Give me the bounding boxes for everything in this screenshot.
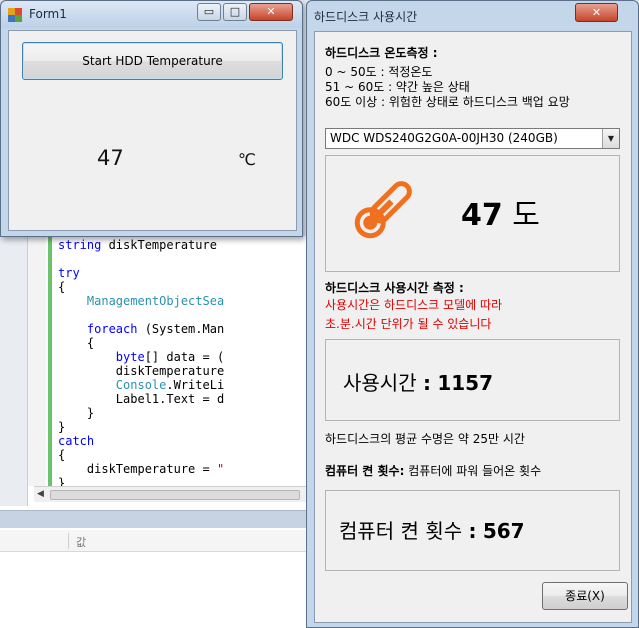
code-token: .WriteLi xyxy=(166,378,225,392)
code-line[interactable]: ManagementObjectSea xyxy=(58,294,224,308)
dialog-title: 하드디스크 사용시간 xyxy=(314,10,418,24)
code-token: Label1.Text = d xyxy=(58,392,225,406)
power-count-label: 컴퓨터 켠 횟수 xyxy=(339,519,463,543)
exit-button[interactable]: 종료(X) xyxy=(542,582,628,610)
code-token: diskTemperature = xyxy=(58,462,217,476)
usage-time-panel: 사용시간 : 1157 xyxy=(325,339,620,421)
code-line[interactable]: } xyxy=(58,420,224,434)
drive-select-value: WDC WDS240G2G0A-00JH30 (240GB) xyxy=(330,131,558,145)
code-token: foreach xyxy=(58,322,145,336)
form1-client-area: Start HDD Temperature 47 ℃ xyxy=(8,30,297,231)
form1-title: Form1 xyxy=(29,7,67,21)
code-line[interactable]: string diskTemperature xyxy=(58,238,224,252)
temperature-panel: 47 도 xyxy=(325,155,620,272)
code-token: { xyxy=(58,280,66,294)
panel-title-bar xyxy=(0,510,306,528)
code-line[interactable]: { xyxy=(58,280,224,294)
code-token: catch xyxy=(58,434,95,448)
power-count-panel: 컴퓨터 켠 횟수 : 567 xyxy=(325,490,620,571)
temp-range-danger: 60도 이상 : 위험한 상태로 하드디스크 백업 요망 xyxy=(325,95,570,109)
usage-time-label: 사용시간 xyxy=(343,371,417,395)
usage-time-value: 1157 xyxy=(437,371,493,395)
code-token: } xyxy=(58,420,66,434)
column-separator xyxy=(68,533,69,549)
chevron-down-icon[interactable]: ▼ xyxy=(602,129,619,148)
scroll-left-icon[interactable]: ◀ xyxy=(37,489,44,499)
code-token: diskTemperature xyxy=(58,364,225,378)
thermometer-icon xyxy=(354,181,412,239)
form1-window: Form1 ▭ □ ✕ Start HDD Temperature 47 ℃ xyxy=(0,0,303,237)
power-count-value: 567 xyxy=(482,519,525,543)
usage-note-line-2: 초.분.시간 단위가 될 수 있습니다 xyxy=(325,317,492,331)
code-token: { xyxy=(58,336,95,350)
start-hdd-temperature-button[interactable]: Start HDD Temperature xyxy=(22,42,283,80)
average-life-text: 하드디스크의 평균 수명은 약 25만 시간 xyxy=(325,432,525,446)
dialog-close-button[interactable]: ✕ xyxy=(575,3,618,22)
power-count-header-label: 컴퓨터 켠 횟수: xyxy=(325,464,405,478)
minimize-button[interactable]: ▭ xyxy=(197,3,221,21)
code-line[interactable]: Console.WriteLi xyxy=(58,378,224,392)
properties-grid-header: 값 xyxy=(0,530,306,552)
code-token: try xyxy=(58,266,80,280)
code-token: (System.Man xyxy=(144,322,225,336)
code-line[interactable]: catch xyxy=(58,434,224,448)
code-token: ManagementObjectSea xyxy=(58,294,225,308)
change-indicator-bar xyxy=(48,236,52,486)
dialog-client-area: 하드디스크 온도측정 : 0 ~ 50도 : 적정온도 51 ~ 60도 : 약… xyxy=(314,31,632,623)
hdd-usage-window: 하드디스크 사용시간 ✕ 하드디스크 온도측정 : 0 ~ 50도 : 적정온도… xyxy=(306,0,639,628)
code-line[interactable]: { xyxy=(58,336,224,350)
temperature-value: 47 xyxy=(97,146,124,170)
celsius-unit-label: ℃ xyxy=(238,150,256,169)
code-line[interactable] xyxy=(58,252,224,266)
dialog-title-bar[interactable]: 하드디스크 사용시간 ✕ xyxy=(307,1,638,31)
code-token: } xyxy=(58,406,95,420)
power-count-reading: 컴퓨터 켠 횟수 : 567 xyxy=(339,519,525,543)
code-line[interactable]: Label1.Text = d xyxy=(58,392,224,406)
editor-left-margin xyxy=(0,236,28,506)
code-line[interactable]: foreach (System.Man xyxy=(58,322,224,336)
drive-select[interactable]: WDC WDS240G2G0A-00JH30 (240GB) ▼ xyxy=(325,128,620,149)
temperature-unit: 도 xyxy=(512,198,540,233)
maximize-button[interactable]: □ xyxy=(223,3,247,21)
code-token: Console xyxy=(58,378,167,392)
temperature-number: 47 xyxy=(461,198,503,233)
code-token: [] data = ( xyxy=(144,350,225,364)
code-view[interactable]: string diskTemperature try{ ManagementOb… xyxy=(58,238,224,490)
code-token: byte xyxy=(58,350,145,364)
code-token: { xyxy=(58,448,66,462)
editor-gutter xyxy=(28,236,46,486)
scrollbar-thumb[interactable] xyxy=(50,490,300,500)
code-line[interactable]: { xyxy=(58,448,224,462)
editor-horizontal-scrollbar[interactable]: ◀ xyxy=(34,486,306,502)
form1-title-bar[interactable]: Form1 ▭ □ ✕ xyxy=(1,1,302,28)
temp-measure-header: 하드디스크 온도측정 : xyxy=(325,46,438,60)
power-count-header: 컴퓨터 켠 횟수: 컴퓨터에 파워 들어온 횟수 xyxy=(325,462,541,479)
code-line[interactable]: } xyxy=(58,406,224,420)
app-icon xyxy=(8,8,23,22)
usage-measure-header: 하드디스크 사용시간 측정 : xyxy=(325,281,464,295)
form1-close-button[interactable]: ✕ xyxy=(249,3,293,21)
temperature-reading: 47 도 xyxy=(461,190,540,234)
usage-time-reading: 사용시간 : 1157 xyxy=(343,371,493,395)
code-token: string xyxy=(58,238,109,252)
code-token: diskTemperature xyxy=(108,238,217,252)
usage-note-line-1: 사용시간은 하드디스크 모델에 따라 xyxy=(325,298,503,312)
code-token: " xyxy=(216,462,225,476)
code-line[interactable] xyxy=(58,308,224,322)
code-line[interactable]: try xyxy=(58,266,224,280)
code-line[interactable]: diskTemperature = " xyxy=(58,462,224,476)
power-count-header-desc: 컴퓨터에 파워 들어온 횟수 xyxy=(408,464,542,478)
value-column-header: 값 xyxy=(76,536,87,549)
code-line[interactable]: byte[] data = ( xyxy=(58,350,224,364)
code-line[interactable]: diskTemperature xyxy=(58,364,224,378)
